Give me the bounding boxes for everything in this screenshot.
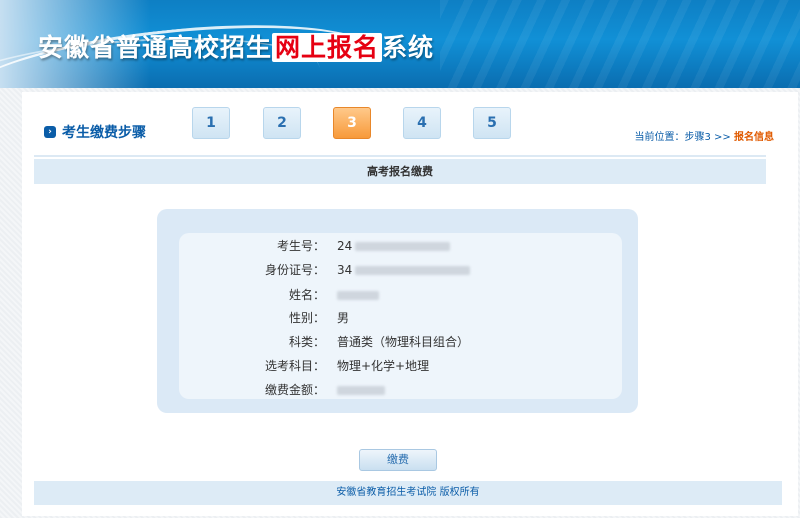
- row-gender: 性别： 男: [180, 308, 620, 328]
- title-prefix: 安徽省普通高校招生: [38, 33, 273, 62]
- row-fee: 缴费金额：: [180, 380, 620, 400]
- chevron-right-icon: ›: [44, 126, 56, 138]
- page-title: 安徽省普通高校招生 网上报名 系统: [38, 28, 434, 64]
- exam-number-label: 考生号：: [276, 239, 325, 253]
- breadcrumb: 当前位置：步骤3 >> 报名信息: [635, 128, 775, 143]
- step-4[interactable]: 4: [403, 107, 441, 139]
- divider: [34, 155, 766, 157]
- gender-label: 性别：: [288, 311, 325, 325]
- subjects-label: 选考科目：: [264, 359, 325, 373]
- row-exam-number: 考生号： 24: [180, 236, 620, 256]
- banner-stripes: [440, 0, 800, 88]
- row-category: 科类： 普通类（物理科目组合）: [180, 332, 620, 352]
- fee-value: [337, 380, 385, 400]
- name-label: 姓名：: [288, 288, 325, 302]
- steps-label: 考生缴费步骤: [62, 125, 146, 141]
- pay-button[interactable]: 缴费: [359, 449, 437, 471]
- breadcrumb-current[interactable]: 报名信息: [734, 132, 774, 143]
- redacted-mask: [337, 291, 379, 300]
- redacted-mask: [355, 242, 451, 251]
- row-name: 姓名：: [180, 285, 620, 305]
- fee-label: 缴费金额：: [264, 383, 325, 397]
- category-value: 普通类（物理科目组合）: [337, 335, 470, 349]
- gender-value: 男: [337, 311, 350, 325]
- name-value: [337, 285, 379, 305]
- id-number-value: 34: [337, 260, 471, 280]
- step-1[interactable]: 1: [192, 107, 230, 139]
- title-highlight: 网上报名: [272, 33, 383, 62]
- subjects-value: 物理+化学+地理: [337, 359, 430, 373]
- title-suffix: 系统: [382, 33, 435, 62]
- redacted-mask: [337, 386, 385, 395]
- id-number-label: 身份证号：: [264, 263, 325, 277]
- footer-copyright: 安徽省教育招生考试院 版权所有: [34, 481, 782, 505]
- step-2[interactable]: 2: [263, 107, 301, 139]
- redacted-mask: [355, 266, 471, 275]
- section-title: 高考报名缴费: [34, 159, 766, 184]
- row-id-number: 身份证号： 34: [180, 260, 620, 280]
- row-subjects: 选考科目： 物理+化学+地理: [180, 356, 620, 376]
- category-label: 科类：: [288, 335, 325, 349]
- exam-number-value: 24: [337, 236, 451, 256]
- steps-header: › 考生缴费步骤: [44, 122, 146, 142]
- header-banner: 安徽省普通高校招生 网上报名 系统: [0, 0, 800, 88]
- step-3-active[interactable]: 3: [333, 107, 371, 139]
- step-5[interactable]: 5: [473, 107, 511, 139]
- breadcrumb-prefix: 当前位置：步骤3 >>: [634, 132, 731, 143]
